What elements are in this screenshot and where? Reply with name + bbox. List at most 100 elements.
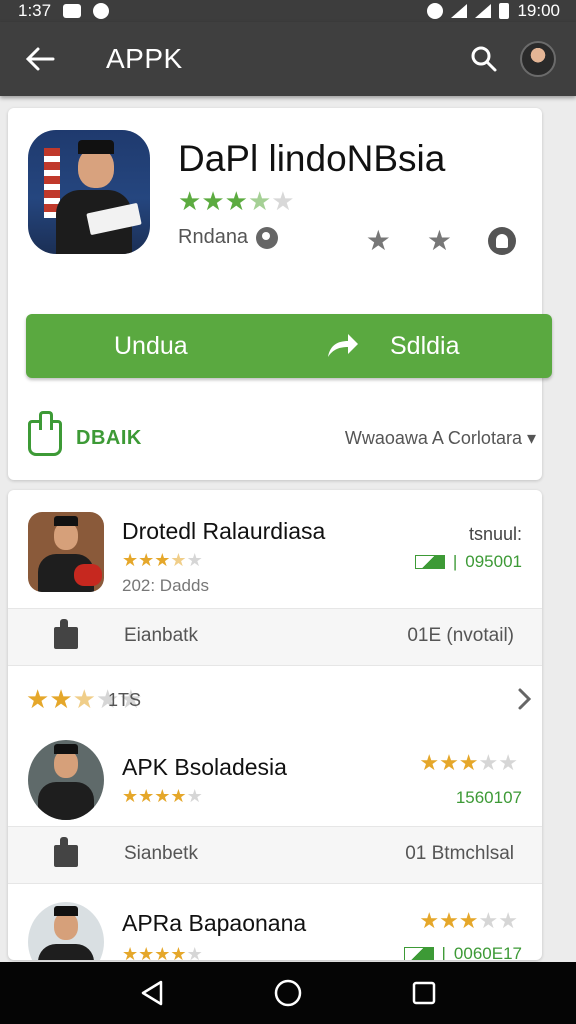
thumb-up-icon[interactable] xyxy=(28,411,62,456)
star-icon: ★ xyxy=(498,750,518,775)
developer-row[interactable]: Rndana xyxy=(178,226,279,249)
star-icon: ★ xyxy=(26,684,50,714)
install-button[interactable]: Undua Sdldia xyxy=(26,314,552,378)
app-icon xyxy=(28,130,150,254)
status-bar: 1:37 19:00 xyxy=(0,0,576,22)
star-icon: ★ xyxy=(154,550,171,570)
star-icon: ★ xyxy=(439,908,459,933)
subrow-label: Sianbetk xyxy=(124,843,198,864)
list-item-downloads: 1560107 xyxy=(456,788,522,808)
list-item-icon xyxy=(28,512,104,592)
star-icon: ★ xyxy=(186,786,203,806)
system-nav-bar xyxy=(0,962,576,1024)
list-item-right-rating: ★ ★ ★ ★ ★ xyxy=(419,750,518,776)
list-item-subrow[interactable]: Sianbetk 01 Btmchlsal xyxy=(8,826,542,884)
star-icon: ★ xyxy=(186,550,203,570)
list-item-title: APK Bsoladesia xyxy=(122,754,287,780)
bookmark-icon xyxy=(54,837,78,867)
list-item-icon xyxy=(28,902,104,960)
star-icon: ★ xyxy=(170,786,187,806)
star-icon: ★ xyxy=(138,786,155,806)
list-item-download-count: 095001 xyxy=(465,552,522,571)
category-dropdown[interactable]: Wwaoawa A Corlotara ▾ xyxy=(345,428,536,449)
list-item-subtitle: 202: Dadds xyxy=(122,576,209,595)
star-icon: ★ xyxy=(49,684,73,714)
app-detail-card: DaPl lindoNBsia ★ ★ ★ ★ ★ Rndana ★ ★ Undua S… xyxy=(8,108,552,480)
share-icon[interactable] xyxy=(488,226,516,255)
nav-back-button[interactable] xyxy=(134,975,170,1011)
subrow-label: Eianbatk xyxy=(124,625,198,646)
star-icon: ★ xyxy=(419,908,440,933)
app-bar: APPK xyxy=(0,22,576,96)
like-label[interactable]: DBAIK xyxy=(76,427,142,450)
star-icon: ★ xyxy=(201,186,225,216)
summary-count: 1TS xyxy=(108,690,142,710)
signal-icon xyxy=(475,4,492,18)
list-item-meta: tsnuul: xyxy=(468,524,522,544)
nav-home-button[interactable] xyxy=(270,975,306,1011)
star-icon: ★ xyxy=(458,750,479,775)
trend-icon xyxy=(403,947,434,960)
subrow-right: 01E (nvotail) xyxy=(407,625,514,646)
star-icon: ★ xyxy=(478,908,499,933)
star-icon: ★ xyxy=(247,186,272,216)
star-icon: ★ xyxy=(170,944,187,960)
sync-icon xyxy=(427,3,444,19)
install-label: Undua xyxy=(114,331,188,360)
list-item[interactable]: APRa Bapaonana ★ ★ ★ ★ ★ ★ ★ ★ ★ ★ | 0060E17 xyxy=(8,890,542,960)
star-icon: ★ xyxy=(178,186,202,216)
nav-recents-button[interactable] xyxy=(406,975,442,1011)
status-right-time: 19:00 xyxy=(517,1,560,20)
star-icon: ★ xyxy=(224,186,248,216)
star-icon: ★ xyxy=(72,684,96,714)
hero-footer: DBAIK Wwaoawa A Corlotara ▾ xyxy=(28,411,536,456)
list-item-title: APRa Bapaonana xyxy=(122,910,307,936)
star-icon: ★ xyxy=(271,186,295,216)
notification-icon xyxy=(63,4,82,18)
battery-icon xyxy=(499,3,510,19)
star-icon: ★ xyxy=(186,944,203,960)
rating-summary-row[interactable]: ★ ★ ★ ★ ★ 1TS xyxy=(8,670,542,730)
list-item-downloads: | 0060E17 xyxy=(403,944,522,960)
star-icon: ★ xyxy=(170,550,187,570)
list-item-icon xyxy=(28,740,104,820)
chevron-right-icon[interactable] xyxy=(512,686,538,712)
trend-icon xyxy=(414,555,445,569)
back-button[interactable] xyxy=(0,22,80,96)
list-item-title: Drotedl Ralaurdiasa xyxy=(122,518,326,544)
wifi-icon xyxy=(451,4,468,18)
app-name: DaPl lindoNBsia xyxy=(178,138,446,179)
search-button[interactable] xyxy=(454,22,514,96)
list-item-right-rating: ★ ★ ★ ★ ★ xyxy=(419,908,518,934)
home-circle-icon xyxy=(274,979,302,1007)
verified-icon xyxy=(256,226,279,249)
list-item-rating: ★ ★ ★ ★ ★ xyxy=(122,786,203,807)
star-icon: ★ xyxy=(138,944,155,960)
back-triangle-icon xyxy=(141,980,163,1006)
list-item[interactable]: Drotedl Ralaurdiasa ★ ★ ★ ★ ★ 202: Dadds tsn… xyxy=(8,490,542,608)
list-item-download-count: 0060E17 xyxy=(453,944,522,960)
star-icon: ★ xyxy=(439,750,459,775)
list-item-rating: ★ ★ ★ ★ ★ xyxy=(122,550,203,571)
developer-name: Rndana xyxy=(178,226,249,248)
list-item-rating: ★ ★ ★ ★ ★ xyxy=(122,944,203,960)
star-icon: ★ xyxy=(122,786,139,806)
hero-actions: ★ ★ xyxy=(366,224,516,257)
search-icon xyxy=(471,46,497,72)
star-icon: ★ xyxy=(154,786,171,806)
app-title: APPK xyxy=(106,43,183,74)
list-item-subrow[interactable]: Eianbatk 01E (nvotail) xyxy=(8,608,542,666)
star-icon: ★ xyxy=(478,750,499,775)
star-icon: ★ xyxy=(138,550,155,570)
account-avatar[interactable] xyxy=(520,41,556,77)
list-item-download-count: 1560107 xyxy=(455,788,522,807)
star-icon: ★ xyxy=(122,944,139,960)
wishlist-star-icon[interactable]: ★ xyxy=(427,224,452,257)
arrow-left-icon xyxy=(25,47,55,71)
install-secondary-label: Sdldia xyxy=(390,331,460,360)
app-notification-icon xyxy=(93,3,110,19)
star-icon: ★ xyxy=(458,908,479,933)
star-icon[interactable]: ★ xyxy=(366,224,391,257)
app-rating: ★ ★ ★ ★ ★ xyxy=(178,186,295,217)
star-icon: ★ xyxy=(498,908,518,933)
